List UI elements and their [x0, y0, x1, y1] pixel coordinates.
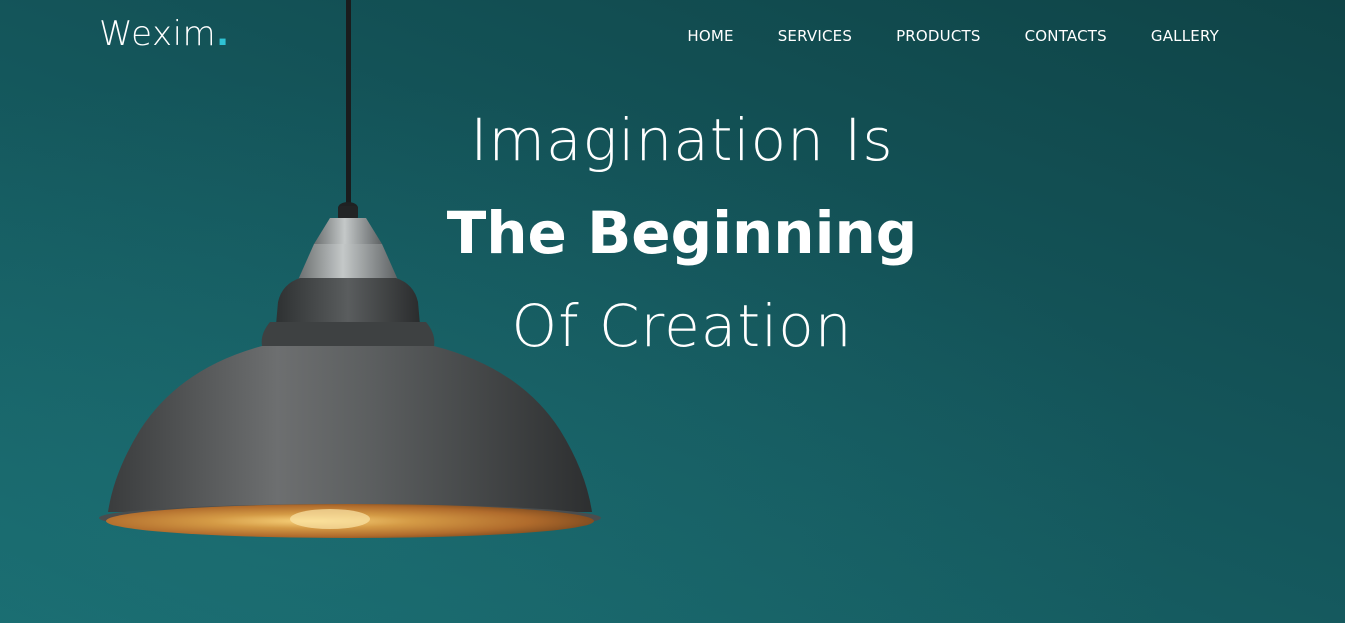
headline-line-1: Imagination Is: [470, 106, 894, 174]
brand-name: Wexim: [99, 14, 217, 54]
headline-line-3: Of Creation: [511, 292, 853, 360]
brand-logo[interactable]: Wexim.: [99, 14, 230, 54]
main-nav: HOME SERVICES PRODUCTS CONTACTS GALLERY: [687, 27, 1219, 45]
nav-contacts[interactable]: CONTACTS: [1025, 27, 1107, 45]
brand-dot: .: [216, 14, 230, 54]
nav-products[interactable]: PRODUCTS: [896, 27, 981, 45]
headline-line-2: The Beginning: [446, 199, 918, 267]
nav-services[interactable]: SERVICES: [778, 27, 852, 45]
hero-headline: Imagination Is The Beginning Of Creation: [382, 94, 982, 373]
nav-home[interactable]: HOME: [687, 27, 733, 45]
nav-gallery[interactable]: GALLERY: [1151, 27, 1219, 45]
hero-section: Wexim. HOME SERVICES PRODUCTS CONTACTS G…: [0, 0, 1345, 623]
